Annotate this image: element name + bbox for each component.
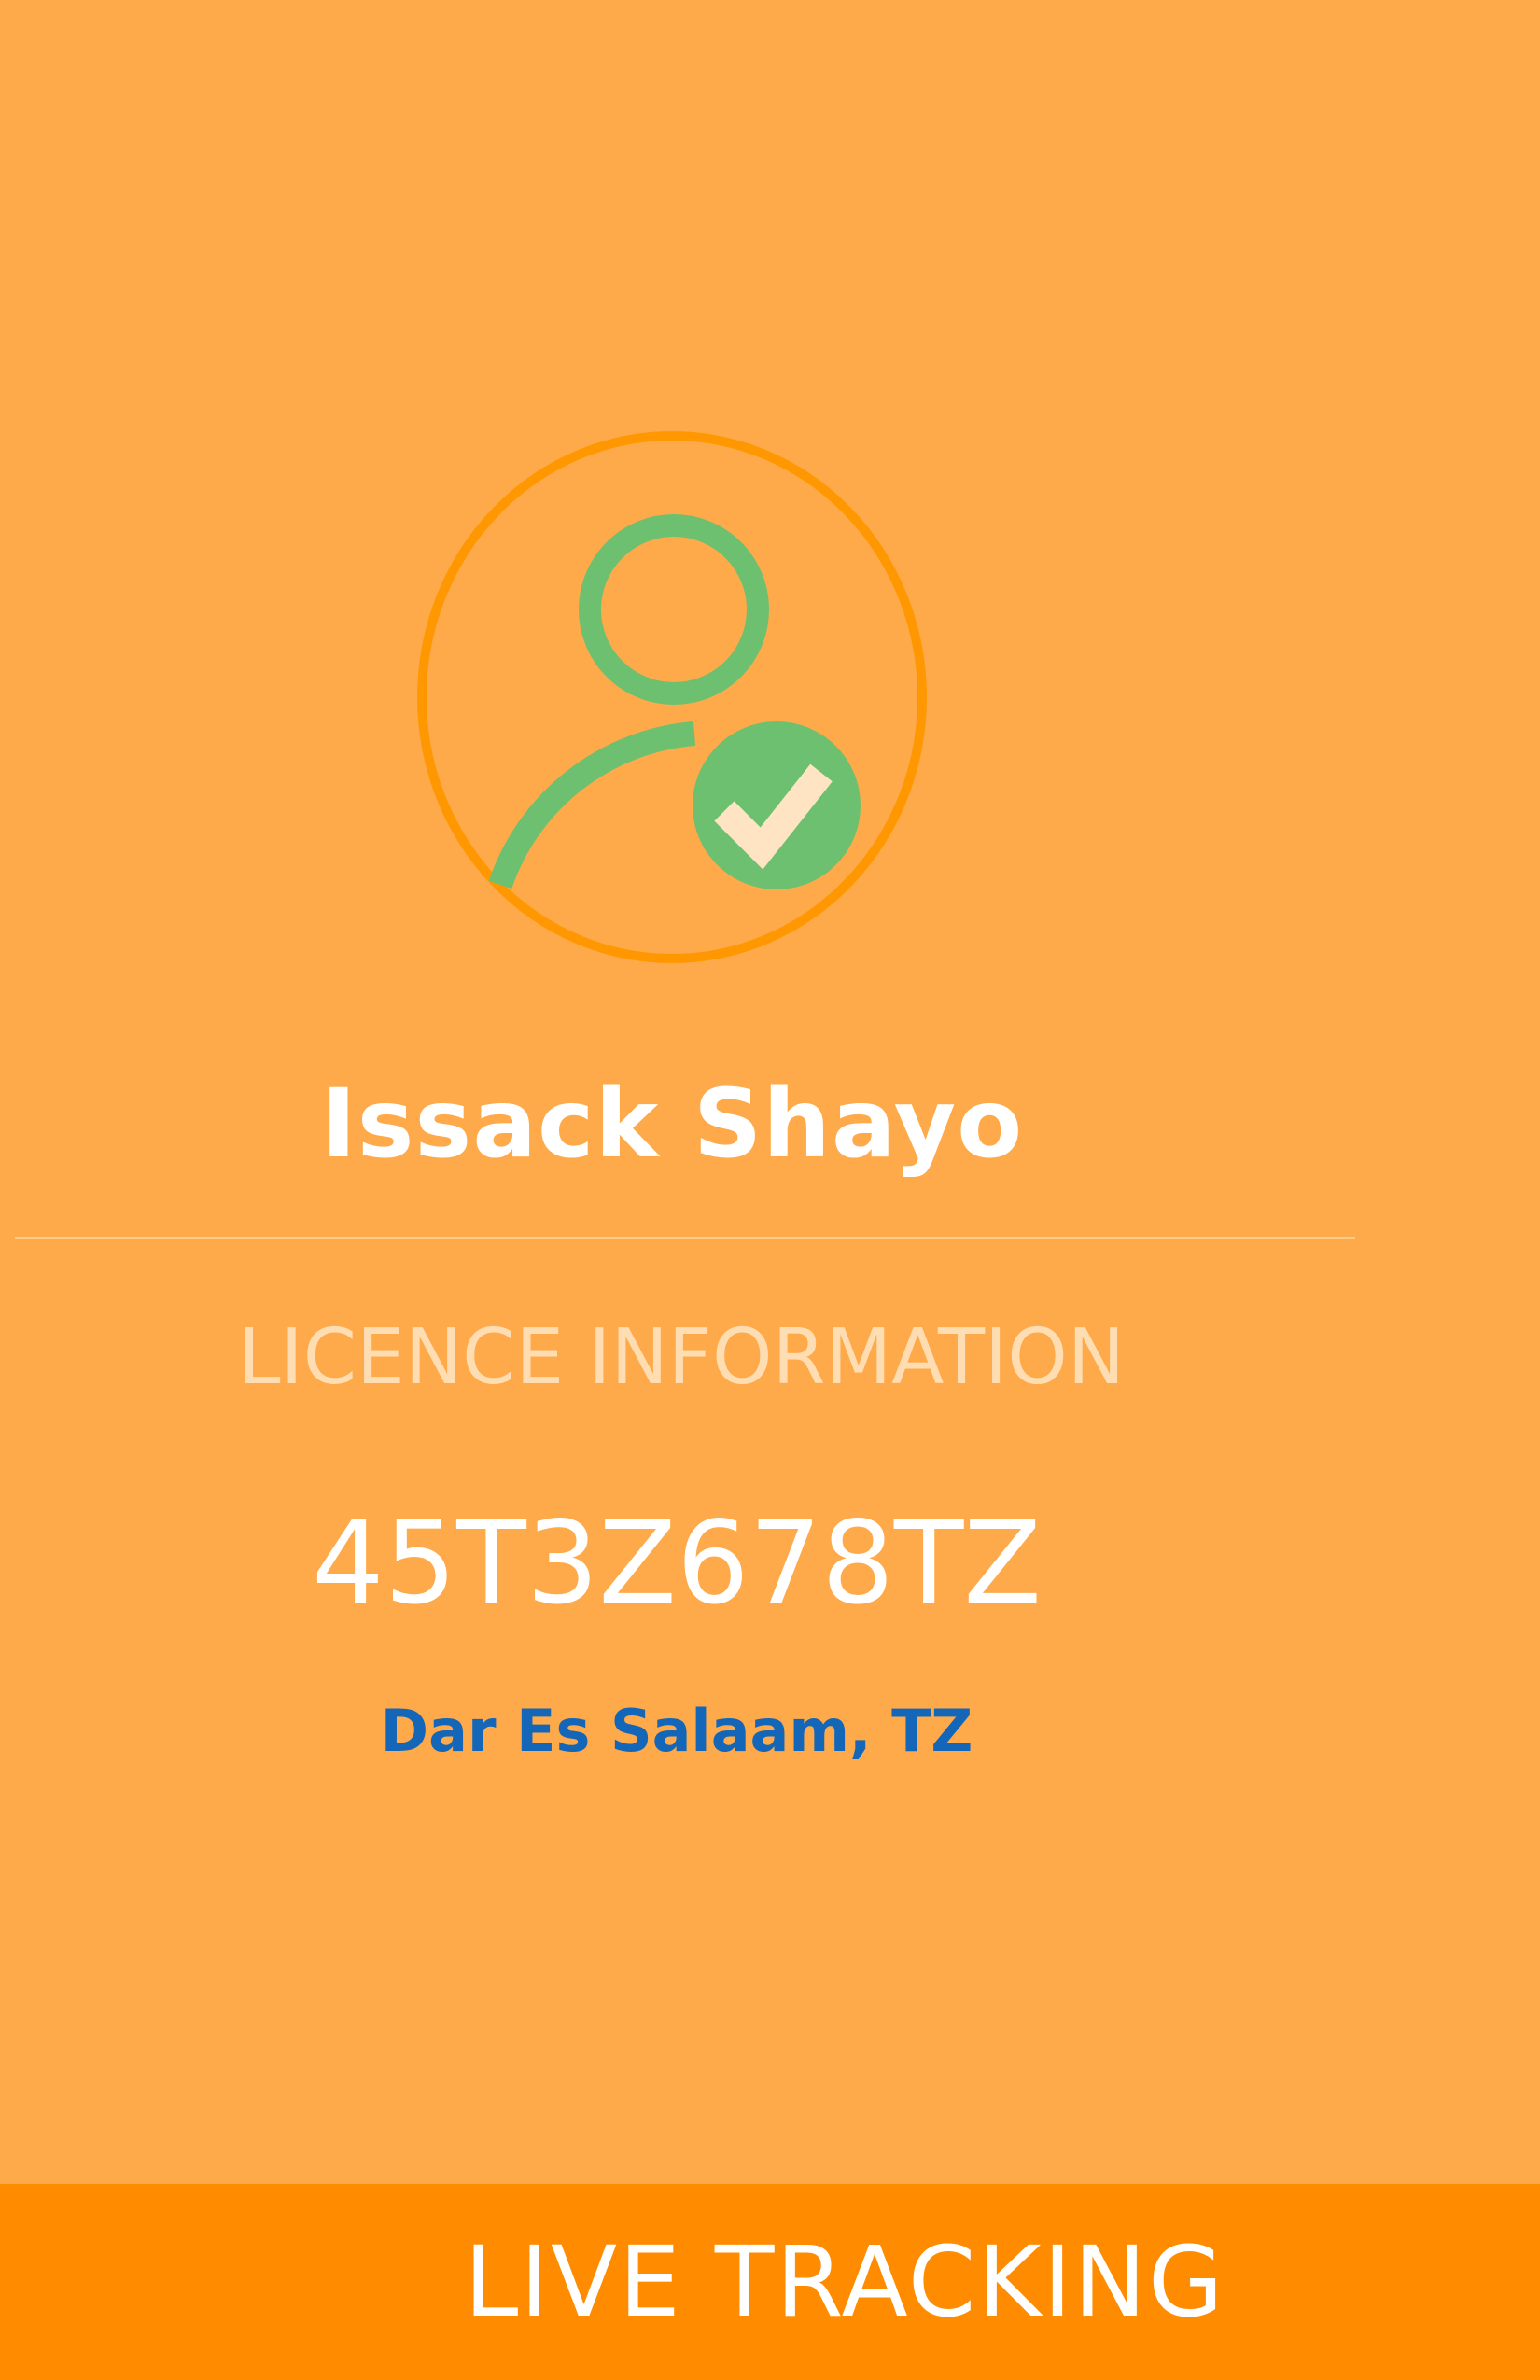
licence-location: Dar Es Salaam, TZ — [380, 1697, 973, 1765]
licence-number: 45T3Z678TZ — [312, 1497, 1042, 1630]
live-tracking-label: LIVE TRACKING — [464, 2225, 1225, 2339]
live-tracking-button[interactable]: LIVE TRACKING — [0, 2184, 1540, 2380]
verified-user-icon — [411, 429, 933, 971]
driver-profile-screen: Issack Shayo LICENCE INFORMATION 45T3Z67… — [0, 0, 1540, 2380]
divider — [15, 1237, 1355, 1239]
driver-name: Issack Shayo — [320, 1069, 1024, 1180]
licence-information-heading: LICENCE INFORMATION — [237, 1313, 1126, 1402]
